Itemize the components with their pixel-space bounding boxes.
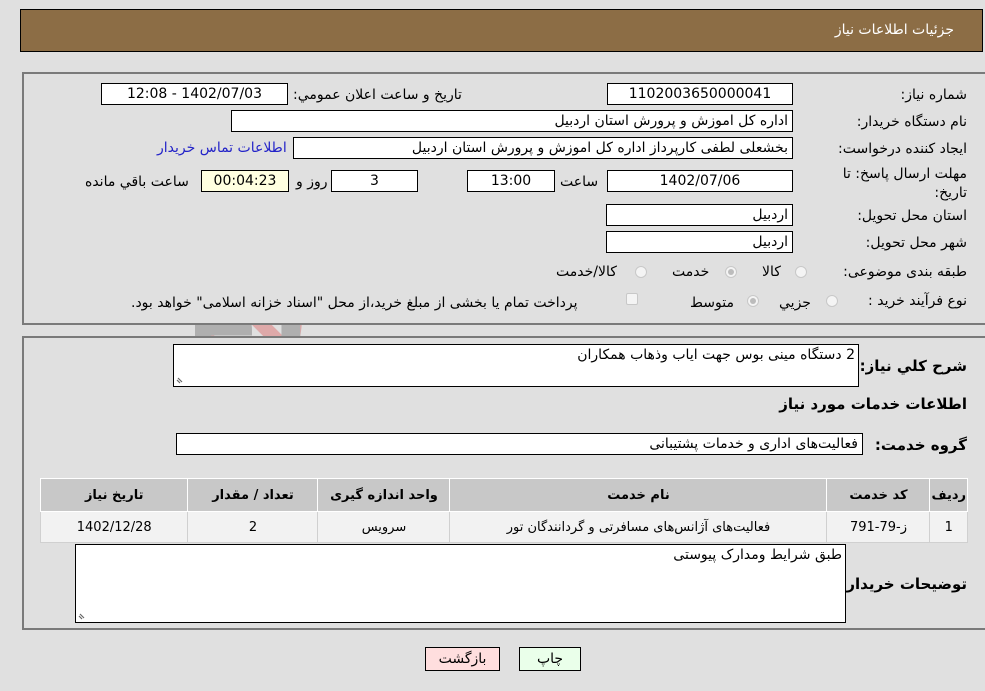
announce-label: تاریخ و ساعت اعلان عمومي: <box>293 87 462 103</box>
city-field: اردبیل <box>606 231 793 253</box>
cell-need-date: 1402/12/28 <box>39 511 189 543</box>
cell-quantity: 2 <box>187 511 319 543</box>
back-button[interactable]: بازگشت <box>425 647 500 671</box>
deadline-label: مهلت ارسال پاسخ: تا تاریخ: <box>842 166 967 201</box>
category-option-goods-service: کالا/خدمت <box>556 264 617 280</box>
deadline-date-field: 1402/07/06 <box>607 170 793 192</box>
deadline-time-field: 13:00 <box>467 170 555 192</box>
print-button[interactable]: چاپ <box>519 647 581 671</box>
need-number-field: 1102003650000041 <box>607 83 793 105</box>
col-service-code: کد خدمت <box>826 478 931 512</box>
summary-textarea[interactable]: 2 دستگاه مینی بوس جهت ایاب وذهاب همکاران <box>173 344 859 387</box>
cell-row-number: 1 <box>929 511 968 543</box>
treasury-checkbox[interactable] <box>626 293 638 305</box>
cell-service-name: فعالیت‌های آژانس‌های مسافرتی و گردانندگا… <box>449 511 828 543</box>
col-service-name: نام خدمت <box>449 478 828 512</box>
summary-label: شرح کلي نياز: <box>859 357 967 375</box>
page-header: جزئیات اطلاعات نیاز <box>20 9 983 52</box>
category-option-service: خدمت <box>672 264 710 280</box>
page-title: جزئیات اطلاعات نیاز <box>834 22 954 38</box>
city-label: شهر محل تحویل: <box>865 235 967 251</box>
process-label: نوع فرآیند خرید : <box>868 293 967 309</box>
cell-service-code: ز-79-791 <box>826 511 931 543</box>
remaining-time-field: 00:04:23 <box>201 170 289 192</box>
col-unit: واحد اندازه گیری <box>317 478 451 512</box>
category-radio-goods-service[interactable] <box>635 266 647 278</box>
col-row-number: ردیف <box>929 478 968 512</box>
announce-field: 1402/07/03 - 12:08 <box>101 83 288 105</box>
summary-text: 2 دستگاه مینی بوس جهت ایاب وذهاب همکاران <box>577 347 855 363</box>
days-field: 3 <box>331 170 418 192</box>
process-radio-medium[interactable] <box>747 295 759 307</box>
col-quantity: تعداد / مقدار <box>187 478 319 512</box>
service-group-field: فعالیت‌های اداری و خدمات پشتیبانی <box>176 433 863 455</box>
category-option-goods: کالا <box>762 264 781 280</box>
buyer-notes-label: توضیحات خریدار: <box>840 575 967 593</box>
table-header-row: ردیف کد خدمت نام خدمت واحد اندازه گیری ت… <box>39 478 968 512</box>
category-label: طبقه بندی موضوعی: <box>843 264 967 280</box>
services-table: ردیف کد خدمت نام خدمت واحد اندازه گیری ت… <box>39 478 968 543</box>
table-row: 1 ز-79-791 فعالیت‌های آژانس‌های مسافرتی … <box>39 511 968 543</box>
remaining-label: ساعت باقي مانده <box>85 174 189 190</box>
cell-unit: سرویس <box>317 511 451 543</box>
buyer-contact-link[interactable]: اطلاعات تماس خریدار <box>157 140 287 156</box>
category-radio-service[interactable] <box>725 266 737 278</box>
days-label: روز و <box>296 174 328 190</box>
resize-grip-icon[interactable] <box>78 610 88 620</box>
col-need-date: تاریخ نیاز <box>39 478 189 512</box>
category-radio-goods[interactable] <box>795 266 807 278</box>
need-number-label: شماره نیاز: <box>900 87 968 103</box>
buyer-notes-text: طبق شرایط ومدارک پیوستی <box>673 547 842 563</box>
buyer-org-label: نام دستگاه خریدار: <box>856 114 967 130</box>
province-label: استان محل تحویل: <box>857 208 967 224</box>
resize-grip-icon[interactable] <box>176 374 186 384</box>
services-heading: اطلاعات خدمات مورد نیاز <box>779 395 967 413</box>
process-option-medium: متوسط <box>690 295 734 311</box>
process-radio-minor[interactable] <box>826 295 838 307</box>
province-field: اردبیل <box>606 204 793 226</box>
buyer-org-field: اداره کل اموزش و پرورش استان اردبیل <box>231 110 793 132</box>
creator-label: ایجاد کننده درخواست: <box>838 141 967 157</box>
deadline-time-label: ساعت <box>560 174 599 190</box>
process-option-minor: جزيي <box>779 295 811 311</box>
service-group-label: گروه خدمت: <box>874 436 967 454</box>
buyer-notes-textarea[interactable]: طبق شرایط ومدارک پیوستی <box>75 544 846 623</box>
treasury-note: پرداخت تمام یا بخشی از مبلغ خرید،از محل … <box>131 295 578 311</box>
creator-field: بخشعلی لطفی کارپرداز اداره کل اموزش و پر… <box>293 137 793 159</box>
